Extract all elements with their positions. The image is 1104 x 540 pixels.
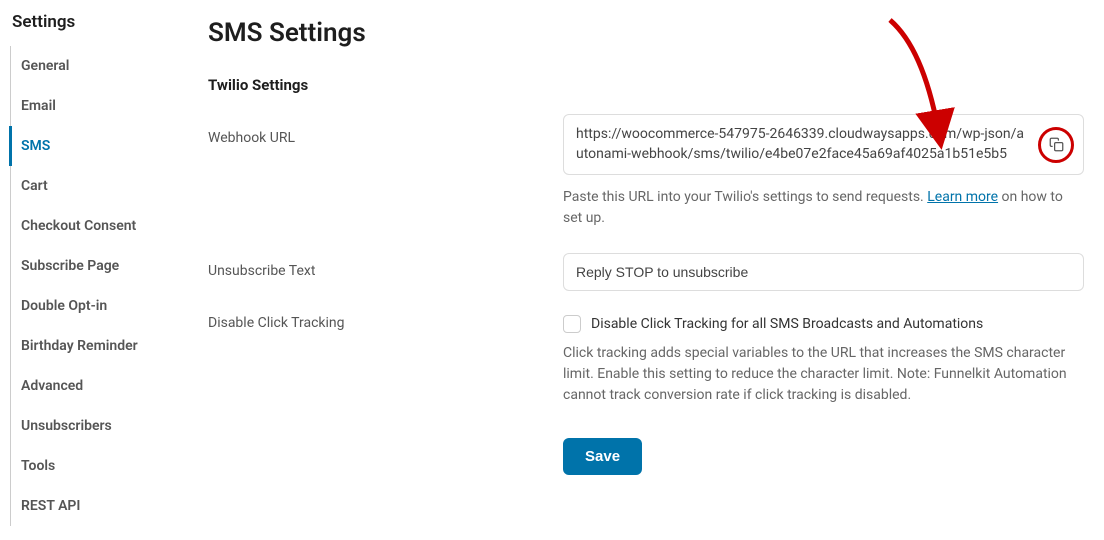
sidebar-item-tools[interactable]: Tools xyxy=(11,446,200,486)
sidebar-item-advanced[interactable]: Advanced xyxy=(11,366,200,406)
webhook-url-value: https://woocommerce-547975-2646339.cloud… xyxy=(576,125,1071,164)
webhook-row: Webhook URL https://woocommerce-547975-2… xyxy=(208,114,1084,229)
sidebar-item-checkout-consent[interactable]: Checkout Consent xyxy=(11,206,200,246)
sidebar-list: General Email SMS Cart Checkout Consent … xyxy=(10,46,200,526)
webhook-url-box: https://woocommerce-547975-2646339.cloud… xyxy=(563,114,1084,175)
unsubscribe-row: Unsubscribe Text xyxy=(208,253,1084,291)
copy-button[interactable] xyxy=(1038,127,1074,163)
sidebar-item-sms[interactable]: SMS xyxy=(9,126,200,166)
sidebar-item-birthday-reminder[interactable]: Birthday Reminder xyxy=(11,326,200,366)
sidebar-item-cart[interactable]: Cart xyxy=(11,166,200,206)
sidebar-item-subscribe-page[interactable]: Subscribe Page xyxy=(11,246,200,286)
section-title: Twilio Settings xyxy=(208,76,1084,94)
click-tracking-row: Disable Click Tracking Disable Click Tra… xyxy=(208,315,1084,406)
unsubscribe-label: Unsubscribe Text xyxy=(208,253,563,279)
sidebar: Settings General Email SMS Cart Checkout… xyxy=(0,0,200,540)
sidebar-item-email[interactable]: Email xyxy=(11,86,200,126)
click-tracking-description: Click tracking adds special variables to… xyxy=(563,343,1084,406)
sidebar-item-rest-api[interactable]: REST API xyxy=(11,486,200,526)
copy-icon xyxy=(1049,137,1064,152)
click-tracking-checkbox-label: Disable Click Tracking for all SMS Broad… xyxy=(591,316,983,332)
click-tracking-checkbox-row: Disable Click Tracking for all SMS Broad… xyxy=(563,315,1084,333)
webhook-helper-prefix: Paste this URL into your Twilio's settin… xyxy=(563,189,927,205)
page-title: SMS Settings xyxy=(208,18,1084,48)
sidebar-item-double-opt-in[interactable]: Double Opt-in xyxy=(11,286,200,326)
click-tracking-checkbox[interactable] xyxy=(563,315,581,333)
webhook-helper: Paste this URL into your Twilio's settin… xyxy=(563,187,1084,229)
sidebar-item-general[interactable]: General xyxy=(11,46,200,86)
click-tracking-label: Disable Click Tracking xyxy=(208,315,563,331)
learn-more-link[interactable]: Learn more xyxy=(927,189,998,205)
sidebar-item-unsubscribers[interactable]: Unsubscribers xyxy=(11,406,200,446)
webhook-label: Webhook URL xyxy=(208,114,563,146)
sidebar-title: Settings xyxy=(10,12,200,32)
main-content: SMS Settings Twilio Settings Webhook URL… xyxy=(200,0,1104,540)
save-button[interactable]: Save xyxy=(563,438,642,475)
unsubscribe-input[interactable] xyxy=(563,253,1084,291)
